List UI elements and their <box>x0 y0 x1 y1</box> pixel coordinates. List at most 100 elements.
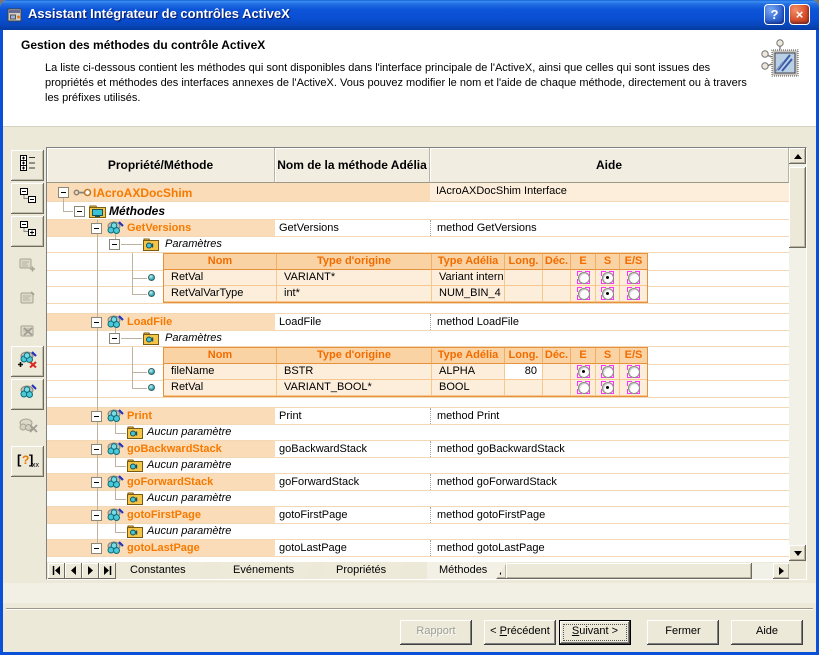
vertical-scrollbar[interactable] <box>789 148 806 561</box>
tree-collapse-box[interactable] <box>91 411 102 422</box>
radio-s[interactable] <box>601 365 614 378</box>
method-help[interactable]: method goBackwardStack <box>437 443 565 455</box>
adelia-method-name[interactable]: gotoLastPage <box>279 542 347 554</box>
scroll-down-button[interactable] <box>789 545 806 561</box>
param-adelia-type[interactable]: NUM_BIN_4 <box>432 286 505 302</box>
adelia-method-name[interactable]: LoadFile <box>279 316 321 328</box>
vertical-scroll-thumb[interactable] <box>789 167 806 248</box>
radio-e[interactable] <box>577 381 590 394</box>
param-adelia-type[interactable]: BOOL <box>432 380 505 396</box>
param-adelia-type[interactable]: ALPHA <box>432 364 505 380</box>
method-help[interactable]: method Print <box>437 410 499 422</box>
params-label-row-param-tres[interactable]: Paramètres <box>47 237 789 253</box>
toolbar-add-method-button[interactable] <box>11 346 44 377</box>
method-row-getversions[interactable]: GetVersionsGetVersionsmethod GetVersions <box>47 220 789 237</box>
tab-m-thodes[interactable]: Méthodes <box>427 562 507 579</box>
button-aide[interactable]: Aide <box>731 620 803 645</box>
tree-collapse-box[interactable] <box>91 444 102 455</box>
parameter-table-block[interactable]: NomType d'origineType AdéliaLong.Déc.ESE… <box>47 253 789 304</box>
method-c3: method Print <box>430 408 789 424</box>
scroll-up-button[interactable] <box>789 148 806 164</box>
horizontal-scrollbar[interactable] <box>490 563 789 579</box>
param-decimals-field[interactable] <box>543 286 571 302</box>
radio-es[interactable] <box>627 381 640 394</box>
radio-s-selected[interactable] <box>601 381 614 394</box>
param-decimals-field[interactable] <box>543 364 571 380</box>
adelia-method-name[interactable]: gotoFirstPage <box>279 509 347 521</box>
adelia-method-name[interactable]: goForwardStack <box>279 476 359 488</box>
param-length-field[interactable] <box>505 270 543 286</box>
tree-collapse-box[interactable] <box>109 239 120 250</box>
method-row-gotolastpage[interactable]: gotoLastPagegotoLastPagemethod gotoLastP… <box>47 540 789 557</box>
no-params-row-aucun-param-tre[interactable]: Aucun paramètre <box>47 425 789 441</box>
no-params-row-aucun-param-tre[interactable]: Aucun paramètre <box>47 524 789 540</box>
toolbar-expand-branch-button[interactable] <box>11 216 44 247</box>
tab-nav-last-button[interactable] <box>99 563 116 579</box>
method-help[interactable]: method goForwardStack <box>437 476 557 488</box>
titlebar-help-button[interactable]: ? <box>764 4 785 25</box>
method-row-goforwardstack[interactable]: goForwardStackgoForwardStackmethod goFor… <box>47 474 789 491</box>
radio-s-selected[interactable] <box>601 271 614 284</box>
radio-es[interactable] <box>627 287 640 300</box>
param-decimals-field[interactable] <box>543 380 571 396</box>
button-précédent[interactable]: < Précédent <box>484 620 556 645</box>
radio-e-selected[interactable] <box>577 365 590 378</box>
toolbar-help-codes-button[interactable]: [?]xx <box>11 446 44 477</box>
radio-s-selected[interactable] <box>601 287 614 300</box>
tab-nav-next-button[interactable] <box>82 563 99 579</box>
tree-collapse-box[interactable] <box>91 477 102 488</box>
interface-help[interactable]: IAcroAXDocShim Interface <box>436 185 567 197</box>
param-length-field[interactable] <box>505 286 543 302</box>
interface-row-iacroaxdocshim[interactable]: IAcroAXDocShimIAcroAXDocShim Interface <box>47 183 789 202</box>
param-es-radio-cell <box>620 270 647 286</box>
method-row-print[interactable]: PrintPrintmethod Print <box>47 408 789 425</box>
tree-collapse-box[interactable] <box>91 223 102 234</box>
parameter-table-block[interactable]: NomType d'origineType AdéliaLong.Déc.ESE… <box>47 347 789 398</box>
titlebar-close-button[interactable]: × <box>789 4 810 25</box>
tree-collapse-box[interactable] <box>58 187 69 198</box>
horizontal-scroll-thumb[interactable] <box>506 563 752 579</box>
param-decimals-field[interactable] <box>543 270 571 286</box>
toolbar-collapse-branch-button[interactable] <box>11 183 44 214</box>
tab-nav-previous-button[interactable] <box>65 563 82 579</box>
tab-constantes[interactable]: Constantes <box>118 562 206 579</box>
tree-collapse-box[interactable] <box>109 333 120 344</box>
tab-nav-first-button[interactable] <box>48 563 65 579</box>
button-suivant[interactable]: Suivant > <box>559 620 631 645</box>
adelia-method-name[interactable]: goBackwardStack <box>279 443 367 455</box>
radio-e[interactable] <box>577 287 590 300</box>
scroll-right-button[interactable] <box>773 563 790 579</box>
method-row-gotofirstpage[interactable]: gotoFirstPage gotoFirstPage method gotoFir… <box>47 507 789 524</box>
radio-e[interactable] <box>577 271 590 284</box>
method-row-loadfile[interactable]: LoadFileLoadFilemethod LoadFile <box>47 314 789 331</box>
tree-collapse-box[interactable] <box>74 206 85 217</box>
tree-collapse-box[interactable] <box>91 510 102 521</box>
method-help[interactable]: method LoadFile <box>437 316 519 328</box>
param-length-field[interactable]: 80 <box>505 364 543 380</box>
no-params-row-aucun-param-tre[interactable]: Aucun paramètre <box>47 458 789 474</box>
button-fermer[interactable]: Fermer <box>647 620 719 645</box>
adelia-method-name[interactable]: Print <box>279 410 302 422</box>
adelia-method-name[interactable]: GetVersions <box>279 222 339 234</box>
params-label-row-param-tres[interactable]: Paramètres <box>47 331 789 347</box>
last-icon <box>103 562 112 580</box>
tree-collapse-box[interactable] <box>91 317 102 328</box>
radio-es[interactable] <box>627 365 640 378</box>
tab-ev-nements[interactable]: Evénements <box>221 562 314 579</box>
toolbar-expand-all-button[interactable] <box>11 150 44 181</box>
method-help[interactable]: method gotoFirstPage <box>437 509 545 521</box>
scrollbar-corner <box>789 561 806 579</box>
no-params-row-aucun-param-tre[interactable]: Aucun paramètre <box>47 491 789 507</box>
radio-es[interactable] <box>627 271 640 284</box>
method-help[interactable]: method gotoLastPage <box>437 542 545 554</box>
tree-collapse-box[interactable] <box>91 543 102 554</box>
tab-propri-t-s[interactable]: Propriétés <box>324 562 406 579</box>
delete-method-icon <box>18 417 38 438</box>
group-row-m-thodes[interactable]: Méthodes <box>47 202 789 220</box>
param-adelia-type[interactable]: Variant interne <box>432 270 505 286</box>
method-help[interactable]: method GetVersions <box>437 222 537 234</box>
method-c1: gotoFirstPage <box>47 507 275 523</box>
toolbar-edit-method-button[interactable] <box>11 379 44 410</box>
param-length-field[interactable] <box>505 380 543 396</box>
method-row-gobackwardstack[interactable]: goBackwardStackgoBackwardStackmethod goB… <box>47 441 789 458</box>
